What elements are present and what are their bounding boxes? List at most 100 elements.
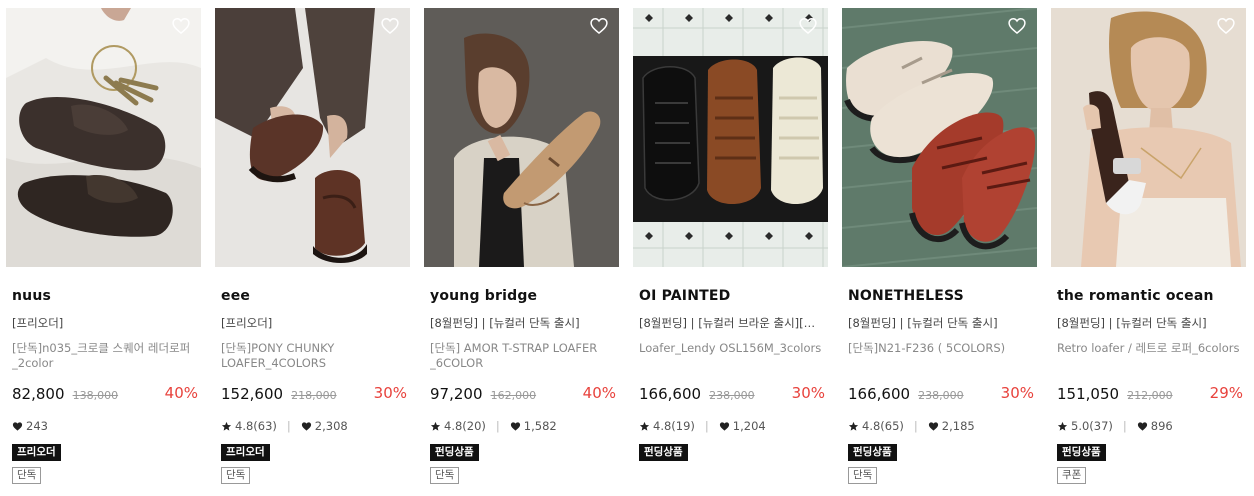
product-card[interactable]: young bridge [8월펀딩] | [뉴컬러 단독 출시] [단독] A…: [424, 8, 619, 496]
stats-divider: |: [495, 419, 500, 433]
star-icon: [430, 421, 441, 431]
price-row: 97,200 162,000 40%: [430, 384, 616, 404]
product-tagline: [프리오더]: [12, 316, 64, 330]
sale-price: 166,600: [848, 385, 911, 403]
heart-filled-icon: [719, 421, 729, 431]
rating-score: 5.0(37): [1071, 419, 1113, 433]
funding-badge: 펀딩상품: [430, 444, 479, 461]
brand-name[interactable]: nuus: [12, 288, 51, 304]
star-icon: [1057, 421, 1068, 431]
product-name[interactable]: [단독]PONY CHUNKY LOAFER_4COLORS: [221, 341, 407, 371]
brand-name[interactable]: eee: [221, 288, 250, 304]
rating-score: 4.8(63): [235, 419, 277, 433]
product-stats: 4.8(65) | 2,185: [848, 419, 975, 433]
product-photo: [215, 8, 410, 267]
product-card[interactable]: OI PAINTED [8월펀딩] | [뉴컬러 브라운 출시][… Loafe…: [633, 8, 828, 496]
coupon-badge: 쿠폰: [1057, 467, 1087, 484]
discount-rate: 30%: [373, 384, 407, 402]
rating-score: 4.8(65): [862, 419, 904, 433]
wishlist-heart-icon[interactable]: [171, 16, 191, 36]
product-card[interactable]: nuus [프리오더] [단독]n035_크로클 스퀘어 레더로퍼_2color…: [6, 8, 201, 496]
product-image[interactable]: [424, 8, 619, 267]
product-tagline: [8월펀딩] | [뉴컬러 단독 출시]: [848, 316, 998, 330]
preorder-badge: 프리오더: [221, 444, 270, 461]
rating-score: 4.8(20): [444, 419, 486, 433]
product-image[interactable]: [633, 8, 828, 267]
funding-badge: 펀딩상품: [639, 444, 688, 461]
product-photo: [633, 8, 828, 267]
product-stats: 4.8(20) | 1,582: [430, 419, 557, 433]
wishlist-heart-icon[interactable]: [589, 16, 609, 36]
product-image[interactable]: [215, 8, 410, 267]
product-image[interactable]: [842, 8, 1037, 267]
product-stats: 5.0(37) | 896: [1057, 419, 1173, 433]
heart-filled-icon: [1137, 421, 1147, 431]
price-row: 152,600 218,000 30%: [221, 384, 407, 404]
brand-name[interactable]: the romantic ocean: [1057, 288, 1214, 304]
likes-count: 896: [1150, 419, 1173, 433]
original-price: 238,000: [709, 389, 755, 402]
discount-rate: 30%: [1000, 384, 1034, 402]
stats-divider: |: [1122, 419, 1127, 433]
star-icon: [848, 421, 859, 431]
sale-price: 152,600: [221, 385, 284, 403]
discount-rate: 40%: [582, 384, 616, 402]
product-card[interactable]: the romantic ocean [8월펀딩] | [뉴컬러 단독 출시] …: [1051, 8, 1246, 496]
exclusive-badge: 단독: [848, 467, 878, 484]
price-row: 166,600 238,000 30%: [639, 384, 825, 404]
product-name[interactable]: [단독]N21-F236 ( 5COLORS): [848, 341, 1034, 371]
wishlist-heart-icon[interactable]: [1216, 16, 1236, 36]
likes-count: 2,185: [941, 419, 975, 433]
product-photo: [1051, 8, 1246, 267]
stats-divider: |: [704, 419, 709, 433]
likes-count: 2,308: [314, 419, 348, 433]
product-tagline: [8월펀딩] | [뉴컬러 단독 출시]: [1057, 316, 1207, 330]
heart-filled-icon: [12, 421, 23, 431]
price-row: 166,600 238,000 30%: [848, 384, 1034, 404]
price-row: 151,050 212,000 29%: [1057, 384, 1243, 404]
sale-price: 151,050: [1057, 385, 1120, 403]
likes-count: 243: [26, 419, 48, 433]
preorder-badge: 프리오더: [12, 444, 61, 461]
star-icon: [221, 421, 232, 431]
product-name[interactable]: [단독] AMOR T-STRAP LOAFER _6COLOR: [430, 341, 616, 371]
product-name[interactable]: [단독]n035_크로클 스퀘어 레더로퍼_2color: [12, 341, 198, 371]
product-name[interactable]: Loafer_Lendy OSL156M_3colors: [639, 341, 825, 371]
product-photo: [842, 8, 1037, 267]
product-photo: [424, 8, 619, 267]
original-price: 162,000: [490, 389, 537, 402]
original-price: 238,000: [918, 389, 964, 402]
product-image[interactable]: [1051, 8, 1246, 267]
product-name[interactable]: Retro loafer / 레트로 로퍼_6colors: [1057, 341, 1243, 371]
wishlist-heart-icon[interactable]: [1007, 16, 1027, 36]
star-icon: [639, 421, 650, 431]
product-image[interactable]: [6, 8, 201, 267]
heart-filled-icon: [510, 421, 520, 431]
wishlist-heart-icon[interactable]: [798, 16, 818, 36]
original-price: 218,000: [291, 389, 337, 402]
exclusive-badge: 단독: [12, 467, 42, 484]
exclusive-badge: 단독: [430, 467, 460, 484]
product-stats: 4.8(19) | 1,204: [639, 419, 766, 433]
heart-filled-icon: [928, 421, 938, 431]
discount-rate: 29%: [1209, 384, 1243, 402]
product-grid: nuus [프리오더] [단독]n035_크로클 스퀘어 레더로퍼_2color…: [0, 0, 1254, 496]
wishlist-heart-icon[interactable]: [380, 16, 400, 36]
funding-badge: 펀딩상품: [1057, 444, 1106, 461]
product-card[interactable]: eee [프리오더] [단독]PONY CHUNKY LOAFER_4COLOR…: [215, 8, 410, 496]
brand-name[interactable]: OI PAINTED: [639, 288, 730, 304]
brand-name[interactable]: young bridge: [430, 288, 537, 304]
original-price: 212,000: [1127, 389, 1173, 402]
brand-name[interactable]: NONETHELESS: [848, 288, 964, 304]
product-tagline: [8월펀딩] | [뉴컬러 브라운 출시][…: [639, 316, 816, 330]
original-price: 138,000: [72, 389, 119, 402]
rating-score: 4.8(19): [653, 419, 695, 433]
product-tagline: [프리오더]: [221, 316, 273, 330]
price-row: 82,800 138,000 40%: [12, 384, 198, 404]
likes-count: 1,582: [523, 419, 557, 433]
product-stats: 4.8(63) | 2,308: [221, 419, 348, 433]
stats-divider: |: [286, 419, 291, 433]
product-card[interactable]: NONETHELESS [8월펀딩] | [뉴컬러 단독 출시] [단독]N21…: [842, 8, 1037, 496]
discount-rate: 40%: [164, 384, 198, 402]
heart-filled-icon: [301, 421, 311, 431]
